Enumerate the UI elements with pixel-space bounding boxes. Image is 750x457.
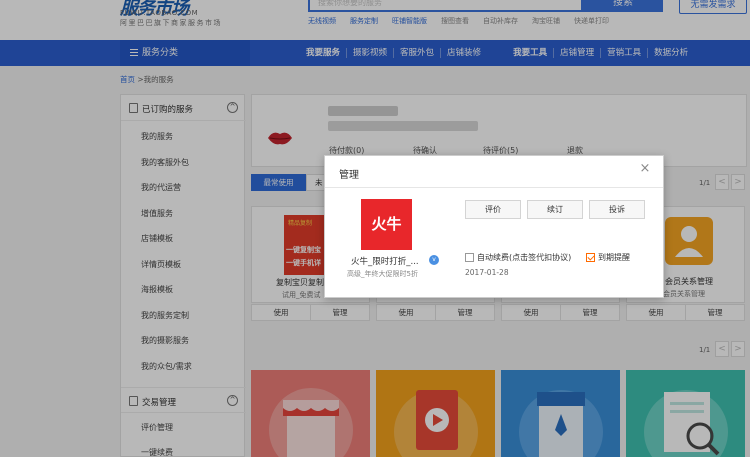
- app-plan: 高级_年终大促限时5折: [347, 270, 418, 278]
- app-logo: 火牛: [361, 199, 412, 250]
- renew-button[interactable]: 续订: [527, 200, 583, 219]
- close-icon[interactable]: ×: [639, 162, 651, 175]
- auto-renew-label[interactable]: 自动续费(点击签代扣协议): [477, 252, 571, 263]
- app-name[interactable]: 火牛_限时打折_...: [351, 255, 419, 267]
- expire-date: 2017-01-28: [465, 268, 509, 277]
- divider: [325, 187, 663, 188]
- review-button[interactable]: 评价: [465, 200, 521, 219]
- verified-badge-icon: v: [429, 255, 439, 265]
- expire-reminder-label[interactable]: 到期提醒: [598, 252, 630, 263]
- dialog-title: 管理: [339, 170, 359, 181]
- complaint-button[interactable]: 投诉: [589, 200, 645, 219]
- manage-dialog: 管理 × 火牛 火牛_限时打折_... v 高级_年终大促限时5折 评价 续订 …: [324, 155, 664, 298]
- auto-renew-checkbox[interactable]: [465, 253, 474, 262]
- expire-reminder-checkbox[interactable]: [586, 253, 595, 262]
